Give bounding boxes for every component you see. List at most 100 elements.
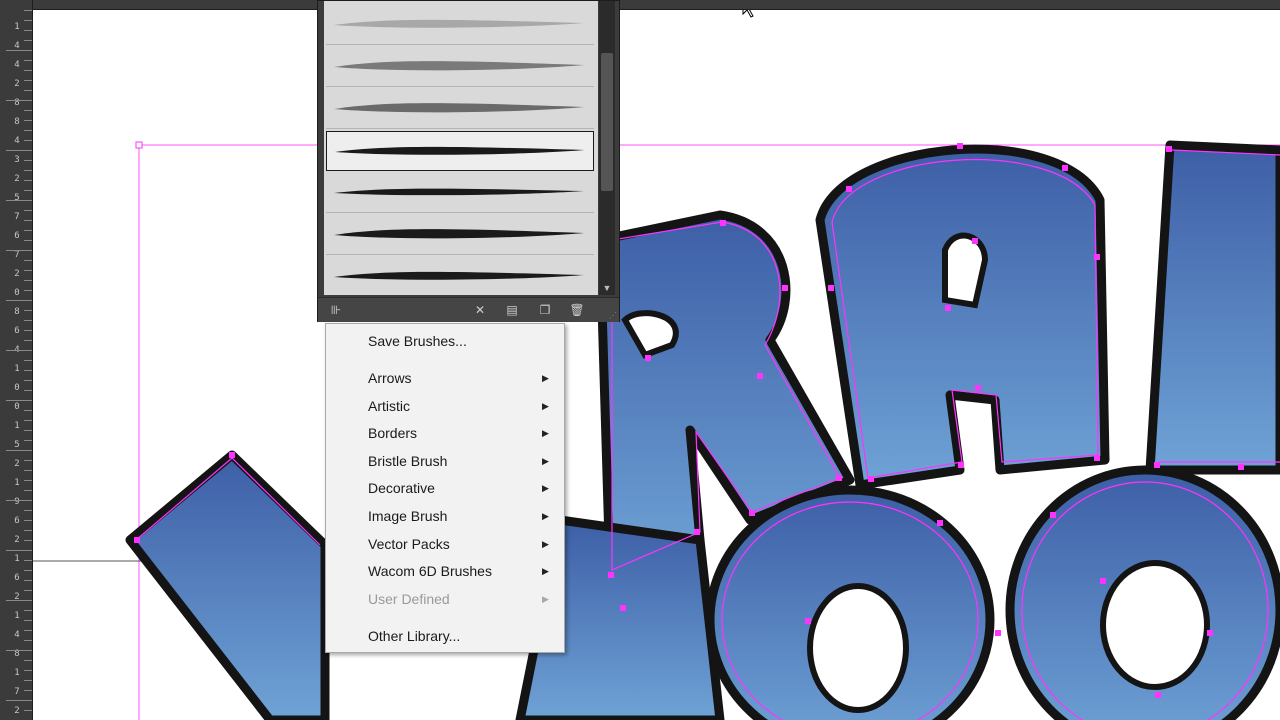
ruler-label: 4	[14, 630, 20, 640]
ruler-label: 7	[14, 250, 20, 260]
brush-list	[324, 1, 598, 295]
menu-item-other-library[interactable]: Other Library...	[326, 623, 564, 649]
brush-swatch-5[interactable]	[326, 173, 594, 213]
ruler-tick	[24, 160, 32, 161]
ruler-label: 8	[14, 117, 20, 127]
menu-item-save-brushes[interactable]: Save Brushes...	[326, 328, 564, 354]
ruler-tick	[24, 210, 32, 211]
brush-swatch-2[interactable]	[326, 47, 594, 87]
ruler-tick	[24, 190, 32, 191]
ruler-tick	[24, 80, 32, 81]
brush-swatch-4[interactable]	[326, 131, 594, 171]
ruler-tick	[24, 540, 32, 541]
menu-item-user-defined: User Defined ▶	[326, 586, 564, 612]
ruler-tick	[6, 550, 32, 551]
ruler-tick	[24, 30, 32, 31]
brush-stroke-preview	[334, 19, 584, 28]
menu-item-borders[interactable]: Borders ▶	[326, 420, 564, 446]
vertical-ruler[interactable]: 1442884325767208641001521962162148172	[0, 0, 33, 720]
menu-item-label: Artistic	[368, 397, 410, 414]
submenu-arrow-icon: ▶	[542, 483, 549, 494]
ruler-tick	[24, 560, 32, 561]
scroll-down-arrow-icon[interactable]: ▼	[599, 281, 615, 295]
ruler-label: 7	[14, 687, 20, 697]
ruler-label: 8	[14, 307, 20, 317]
ruler-label: 1	[14, 364, 20, 374]
ruler-tick	[6, 250, 32, 251]
brush-library-menu: Save Brushes... Arrows ▶ Artistic ▶ Borders ▶…	[325, 323, 565, 653]
ruler-label: 3	[14, 155, 20, 165]
ruler-tick	[24, 140, 32, 141]
ruler-tick	[24, 420, 32, 421]
ruler-tick	[6, 350, 32, 351]
menu-item-label: Other Library...	[368, 628, 461, 644]
ruler-label: 6	[14, 573, 20, 583]
ruler-tick	[24, 520, 32, 521]
brush-swatch-1[interactable]	[326, 5, 594, 45]
menu-item-artistic[interactable]: Artistic ▶	[326, 393, 564, 419]
brush-stroke-preview	[334, 271, 584, 280]
brush-libraries-menu-icon[interactable]: ⊪	[328, 302, 344, 318]
ruler-label: 1	[14, 478, 20, 488]
ruler-label: 6	[14, 516, 20, 526]
ruler-tick	[24, 290, 32, 291]
ruler-tick	[24, 40, 32, 41]
artboard-canvas[interactable]	[0, 0, 1280, 720]
brush-swatch-6[interactable]	[326, 215, 594, 255]
menu-item-label: Bristle Brush	[368, 452, 448, 469]
letter-shape-i	[1145, 140, 1280, 475]
bounding-box-handle	[135, 141, 143, 149]
brush-stroke-preview	[334, 61, 584, 71]
ruler-tick	[24, 580, 32, 581]
ruler-tick	[24, 180, 32, 181]
horizontal-ruler[interactable]	[0, 0, 1280, 10]
brush-swatch-7[interactable]	[326, 257, 594, 295]
brush-options-icon[interactable]: ▤	[504, 302, 520, 318]
menu-item-label: Image Brush	[368, 508, 448, 524]
ruler-tick	[24, 620, 32, 621]
ruler-label: 6	[14, 326, 20, 336]
menu-item-vector-packs[interactable]: Vector Packs ▶	[326, 531, 564, 557]
new-brush-icon[interactable]: ❐	[537, 302, 553, 318]
menu-item-decorative[interactable]: Decorative ▶	[326, 475, 564, 501]
brush-swatch-3[interactable]	[326, 89, 594, 129]
ruler-label: 7	[14, 212, 20, 222]
ruler-tick	[24, 90, 32, 91]
menu-item-wacom-6d-brushes[interactable]: Wacom 6D Brushes ▶	[326, 558, 564, 584]
ruler-label: 2	[14, 174, 20, 184]
submenu-arrow-icon: ▶	[542, 511, 549, 521]
ruler-tick	[24, 70, 32, 71]
ruler-tick	[6, 150, 32, 151]
delete-brush-icon[interactable]: 🗑	[569, 302, 585, 318]
menu-item-arrows[interactable]: Arrows ▶	[326, 365, 564, 391]
ruler-tick	[24, 60, 32, 61]
ruler-tick	[24, 470, 32, 471]
ruler-label: 4	[14, 136, 20, 146]
menu-item-image-brush[interactable]: Image Brush ▶	[326, 503, 564, 529]
ruler-tick	[24, 670, 32, 671]
brushes-panel: ▼ ⊪ ✕ ▤ ❐ 🗑 ⋰	[317, 0, 620, 322]
menu-item-label: Arrows	[368, 370, 412, 386]
remove-stroke-icon[interactable]: ✕	[472, 302, 488, 318]
ruler-tick	[24, 460, 32, 461]
ruler-tick	[24, 330, 32, 331]
ruler-tick	[24, 220, 32, 221]
menu-item-label: Decorative	[368, 480, 435, 497]
ruler-label: 5	[14, 440, 20, 450]
ruler-tick	[24, 660, 32, 661]
ruler-label: 5	[14, 193, 20, 203]
scrollbar-thumb[interactable]	[601, 53, 613, 191]
ruler-tick	[24, 530, 32, 531]
ruler-tick	[6, 400, 32, 401]
resize-grip-icon[interactable]: ⋰	[609, 312, 617, 320]
ruler-tick	[6, 50, 32, 51]
ruler-tick	[24, 260, 32, 261]
ruler-tick	[24, 690, 32, 691]
ruler-tick	[24, 430, 32, 431]
ruler-label: 0	[14, 288, 20, 298]
ruler-tick	[24, 630, 32, 631]
ruler-tick	[24, 680, 32, 681]
ruler-tick	[24, 10, 32, 11]
menu-item-bristle-brush[interactable]: Bristle Brush ▶	[326, 448, 564, 474]
ruler-tick	[24, 230, 32, 231]
